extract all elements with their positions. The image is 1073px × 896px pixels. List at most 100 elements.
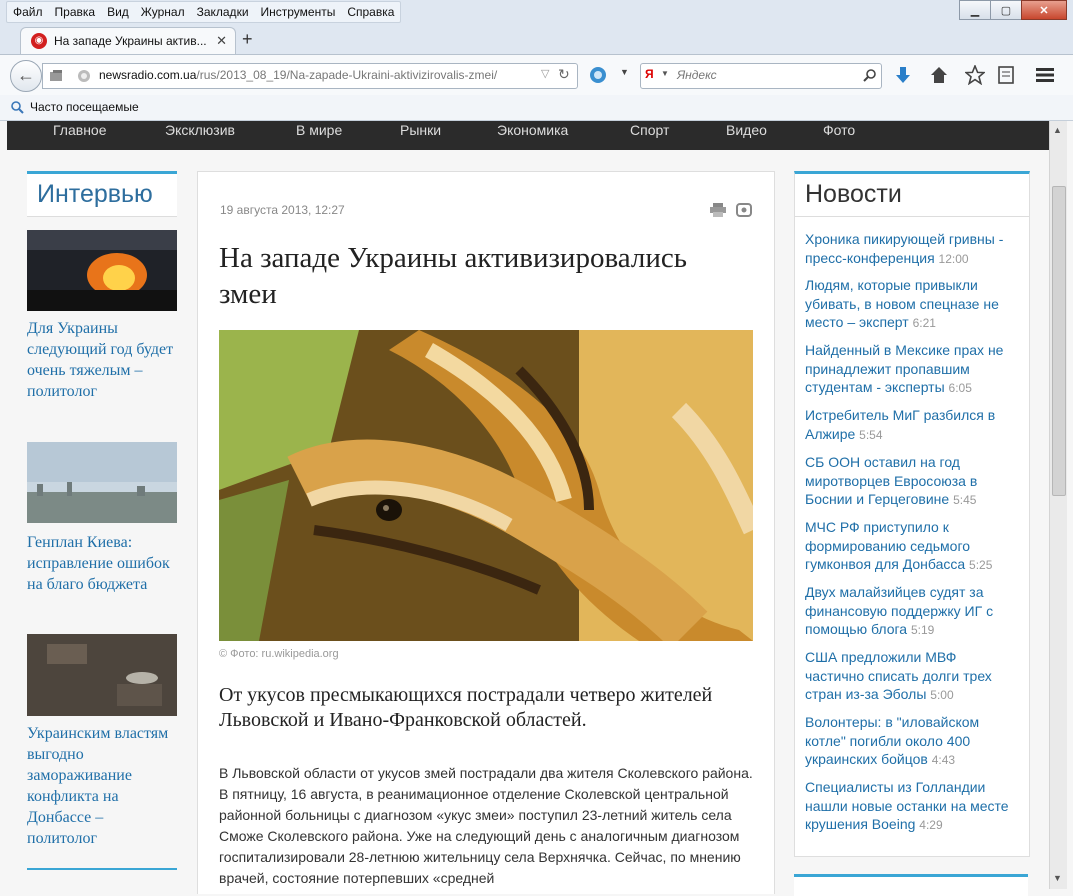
close-window-button[interactable]: ✕ [1021, 0, 1067, 20]
home-icon[interactable] [930, 66, 948, 84]
news-item[interactable]: СБ ООН оставил на год миротворцев Евросо… [805, 453, 1015, 510]
news-sidebar: Новости Хроника пикирующей гривны - прес… [794, 171, 1030, 857]
bookmarks-toolbar: Часто посещаемые [0, 95, 1073, 121]
tab-active[interactable]: ◉ На западе Украины актив... ✕ [20, 27, 236, 56]
news-item[interactable]: МЧС РФ приступило к формированию седьмог… [805, 518, 1015, 575]
star-icon[interactable] [965, 65, 985, 85]
bookmarks-list-icon[interactable] [997, 66, 1015, 84]
interview-thumb-3[interactable] [27, 634, 177, 716]
minimize-button[interactable]: ▁ [959, 0, 991, 20]
nav-item-photo[interactable]: Фото [823, 122, 855, 138]
news-item[interactable]: Найденный в Мексике прах не принадлежит … [805, 341, 1015, 398]
interview-link-2[interactable]: Генплан Киева: исправление ошибок на бла… [27, 532, 177, 595]
news-link[interactable]: Людям, которые привыкли убивать, в новом… [805, 277, 999, 330]
menu-bar: Файл Правка Вид Журнал Закладки Инструме… [6, 1, 402, 23]
menu-view[interactable]: Вид [101, 2, 135, 22]
interview-thumb-1[interactable] [27, 230, 177, 311]
article-lead: От укусов пресмыкающихся пострадали четв… [219, 684, 713, 731]
nav-item-sport[interactable]: Спорт [630, 122, 669, 138]
interview-thumb-2[interactable] [27, 442, 177, 523]
addon-icon[interactable] [589, 66, 607, 84]
search-input[interactable]: Яндекс [677, 68, 717, 82]
news-link[interactable]: Двух малайзийцев судят за финансовую под… [805, 584, 993, 637]
news-link[interactable]: МЧС РФ приступило к формированию седьмог… [805, 519, 970, 572]
menu-file[interactable]: Файл [7, 2, 49, 22]
print-icon[interactable] [710, 203, 726, 217]
news-time: 5:19 [910, 623, 935, 637]
yandex-icon[interactable]: Я [645, 67, 654, 81]
article-photo [219, 330, 753, 641]
menu-tools[interactable]: Инструменты [255, 2, 342, 22]
news-item[interactable]: Волонтеры: в "иловайском котле" погибли … [805, 713, 1015, 770]
tab-close-icon[interactable]: ✕ [216, 33, 227, 49]
menu-edit[interactable]: Правка [49, 2, 102, 22]
news-time: 5:25 [969, 558, 993, 572]
url-text: newsradio.com.ua/rus/2013_08_19/Na-zapad… [99, 68, 497, 82]
news-time: 5:45 [953, 493, 977, 507]
news-time: 6:05 [948, 381, 972, 395]
news-item[interactable]: Истребитель МиГ разбился в Алжире 5:54 [805, 406, 1015, 444]
left-column-next-block [27, 868, 177, 895]
page-scrollbar[interactable]: ▲ ▼ [1049, 121, 1067, 889]
photo-caption: © Фото: ru.wikipedia.org [219, 648, 339, 660]
menu-bookmarks[interactable]: Закладки [191, 2, 255, 22]
menu-help[interactable]: Справка [341, 2, 400, 22]
news-link[interactable]: Найденный в Мексике прах не принадлежит … [805, 342, 1003, 395]
article-date: 19 августа 2013, 12:27 [220, 203, 345, 217]
minimize-icon: ▁ [970, 4, 980, 17]
url-bar[interactable]: newsradio.com.ua/rus/2013_08_19/Na-zapad… [42, 63, 578, 89]
news-time: 4:29 [919, 818, 943, 832]
globe-icon [78, 70, 90, 82]
article-body: В Львовской области от укусов змей постр… [219, 765, 753, 886]
news-time: 5:54 [859, 427, 883, 442]
addon-dropdown-icon[interactable]: ▼ [620, 67, 629, 77]
nav-item-world[interactable]: В мире [296, 122, 342, 138]
dropdown-arrow-icon[interactable]: ▽ [541, 67, 549, 80]
site-navigation: Главное Эксклюзив В мире Рынки Экономика… [7, 121, 1049, 150]
bookmark-most-visited[interactable]: Часто посещаемые [30, 100, 139, 114]
scroll-up-icon[interactable]: ▲ [1053, 125, 1062, 135]
news-link[interactable]: США предложили МВФ частично списать долг… [805, 649, 992, 702]
url-path: /rus/2013_08_19/Na-zapade-Ukraini-aktivi… [196, 68, 498, 82]
scrollbar-thumb[interactable] [1052, 186, 1066, 496]
menu-hamburger-icon[interactable] [1036, 67, 1054, 83]
nav-item-main[interactable]: Главное [53, 122, 107, 138]
download-icon[interactable] [894, 66, 912, 84]
news-item[interactable]: Двух малайзийцев судят за финансовую под… [805, 583, 1015, 640]
bookmark-folder-icon [11, 101, 24, 114]
news-item[interactable]: США предложили МВФ частично списать долг… [805, 648, 1015, 705]
nav-item-exclusive[interactable]: Эксклюзив [165, 122, 235, 138]
interview-link-3[interactable]: Украинским властям выгодно замораживание… [27, 723, 177, 849]
maximize-button[interactable]: ▢ [990, 0, 1022, 20]
news-link[interactable]: СБ ООН оставил на год миротворцев Евросо… [805, 454, 977, 507]
news-item[interactable]: Специалисты из Голландии нашли новые ост… [805, 778, 1015, 835]
scroll-down-icon[interactable]: ▼ [1053, 873, 1062, 883]
new-tab-button[interactable]: + [242, 29, 253, 50]
search-bar[interactable]: Я ▼ Яндекс [640, 63, 882, 89]
news-link[interactable]: Истребитель МиГ разбился в Алжире [805, 407, 995, 442]
news-item[interactable]: Хроника пикирующей гривны - пресс-конфер… [805, 230, 1015, 268]
history-icon[interactable] [49, 70, 65, 82]
reload-icon[interactable]: ↻ [558, 66, 570, 83]
search-icon[interactable] [863, 69, 877, 83]
browser-chrome: Файл Правка Вид Журнал Закладки Инструме… [0, 0, 1073, 121]
news-link[interactable]: Хроника пикирующей гривны - пресс-конфер… [805, 231, 1003, 266]
news-item[interactable]: Людям, которые привыкли убивать, в новом… [805, 276, 1015, 333]
nav-item-markets[interactable]: Рынки [400, 122, 441, 138]
nav-item-economy[interactable]: Экономика [497, 122, 568, 138]
news-time: 12:00 [938, 251, 969, 266]
news-time: 6:21 [912, 316, 936, 330]
article-headline: На западе Украины активизировались змеи [219, 242, 687, 310]
share-icon[interactable] [736, 203, 752, 217]
interview-header: Интервью [27, 171, 177, 217]
back-button[interactable]: ← [10, 60, 42, 92]
interview-link-1[interactable]: Для Украины следующий год будет очень тя… [27, 318, 177, 402]
site-favicon-icon: ◉ [31, 33, 47, 49]
back-arrow-icon: ← [17, 65, 35, 85]
menu-history[interactable]: Журнал [135, 2, 191, 22]
news-link[interactable]: Специалисты из Голландии нашли новые ост… [805, 779, 1009, 832]
nav-item-video[interactable]: Видео [726, 122, 767, 138]
window-controls: ▁ ▢ ✕ [959, 0, 1067, 20]
maximize-icon: ▢ [1000, 4, 1012, 17]
engine-dropdown-icon[interactable]: ▼ [661, 69, 669, 78]
